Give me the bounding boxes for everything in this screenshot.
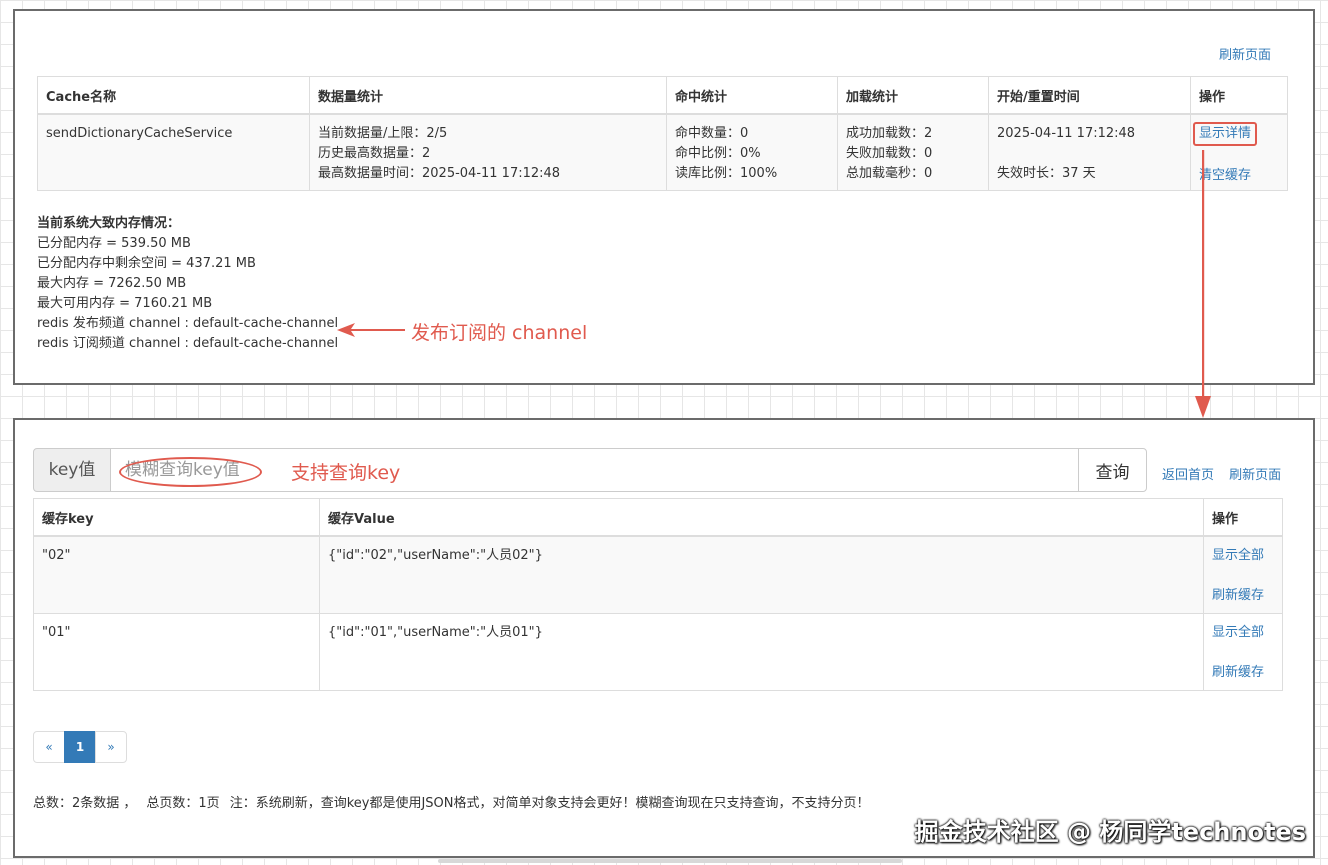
- refresh-cache-link[interactable]: 刷新缓存: [1212, 663, 1274, 683]
- load-success: 成功加载数：2: [846, 126, 933, 141]
- hit-stats-cell: 命中数量：0 命中比例：0% 读库比例：100%: [666, 113, 838, 191]
- pagination: « 1 »: [33, 731, 127, 763]
- watermark: 掘金技术社区 @ 杨同学technotes: [914, 818, 1306, 846]
- cache-overview-panel: 刷新页面 Cache名称 数据量统计 命中统计 加载统计 开始/重置时间 操作 …: [13, 9, 1315, 385]
- show-all-link[interactable]: 显示全部: [1212, 623, 1274, 643]
- max-available-memory: 最大可用内存 = 7160.21 MB: [37, 296, 213, 311]
- key-annotation: 支持查询key: [291, 462, 401, 484]
- cache-value-cell: {"id":"02","userName":"人员02"}: [319, 535, 1204, 614]
- kv-table-header: 缓存key 缓存Value 操作: [33, 498, 1283, 537]
- max-memory: 最大内存 = 7262.50 MB: [37, 276, 187, 291]
- search-button[interactable]: 查询: [1078, 448, 1147, 492]
- total-pages: 总页数：1页: [146, 796, 220, 811]
- usage-note: 注：系统刷新，查询key都是使用JSON格式，对简单对象支持会更好！模糊查询现在…: [229, 796, 870, 811]
- load-ms: 总加载毫秒：0: [846, 166, 933, 181]
- load-stats-cell: 成功加载数：2 失败加载数：0 总加载毫秒：0: [837, 113, 989, 191]
- table-row: "01" {"id":"01","userName":"人员01"} 显示全部 …: [33, 612, 1283, 691]
- table-row: "02" {"id":"02","userName":"人员02"} 显示全部 …: [33, 535, 1283, 614]
- allocated-memory: 已分配内存 = 539.50 MB: [37, 236, 191, 251]
- horizontal-scrollbar[interactable]: [438, 859, 902, 863]
- cache-value-cell: {"id":"01","userName":"人员01"}: [319, 612, 1204, 691]
- annotation-arrow-down-icon: [1195, 150, 1211, 418]
- memory-title: 当前系统大致内存情况：: [37, 216, 181, 231]
- pager-prev[interactable]: «: [33, 731, 65, 763]
- clear-cache-link[interactable]: 清空缓存: [1199, 166, 1279, 186]
- refresh-page-link[interactable]: 刷新页面: [1219, 44, 1271, 63]
- redis-publish-channel: redis 发布频道 channel : default-cache-chann…: [37, 316, 339, 331]
- refresh-cache-link[interactable]: 刷新缓存: [1212, 586, 1274, 606]
- footer-note: 总数：2条数据 ， 总页数：1页 注：系统刷新，查询key都是使用JSON格式，对简…: [33, 792, 880, 811]
- show-all-link[interactable]: 显示全部: [1212, 546, 1274, 566]
- redis-subscribe-channel: redis 订阅频道 channel : default-cache-chann…: [37, 336, 339, 351]
- hit-ratio: 命中比例：0%: [675, 146, 761, 161]
- start-time: 2025-04-11 17:12:48: [997, 126, 1136, 141]
- col-cache-name: Cache名称: [37, 76, 310, 115]
- col-kv-ops: 操作: [1203, 498, 1283, 537]
- col-data-stats: 数据量统计: [309, 76, 667, 115]
- allocated-free-memory: 已分配内存中剩余空间 = 437.21 MB: [37, 256, 256, 271]
- annotation-arrow-left-icon: [337, 323, 405, 337]
- cache-table: Cache名称 数据量统计 命中统计 加载统计 开始/重置时间 操作 sendD…: [37, 76, 1288, 191]
- detail-highlight: 显示详情: [1193, 122, 1258, 146]
- refresh-page-link-bottom[interactable]: 刷新页面: [1229, 468, 1281, 483]
- back-home-link[interactable]: 返回首页: [1162, 468, 1214, 483]
- cache-key-cell: "01": [33, 612, 320, 691]
- max-count-time: 最高数据量时间：2025-04-11 17:12:48: [318, 166, 561, 181]
- cache-kv-table: 缓存key 缓存Value 操作 "02" {"id":"02","userNa…: [33, 498, 1283, 691]
- col-ops: 操作: [1190, 76, 1288, 115]
- db-read-ratio: 读库比例：100%: [675, 166, 778, 181]
- col-start-time: 开始/重置时间: [988, 76, 1191, 115]
- kv-ops-cell: 显示全部 刷新缓存: [1203, 612, 1283, 691]
- col-cache-key: 缓存key: [33, 498, 320, 537]
- show-detail-link[interactable]: 显示详情: [1199, 126, 1251, 141]
- cache-detail-panel: key值 查询 支持查询key 返回首页 刷新页面 缓存key 缓存Value …: [13, 418, 1315, 858]
- load-fail: 失败加载数：0: [846, 146, 933, 161]
- cache-name-cell: sendDictionaryCacheService: [37, 113, 310, 191]
- start-time-cell: 2025-04-11 17:12:48 失效时长：37 天: [988, 113, 1191, 191]
- hit-count: 命中数量：0: [675, 126, 749, 141]
- nav-links: 返回首页 刷新页面: [1162, 464, 1292, 483]
- history-max-count: 历史最高数据量：2: [318, 146, 431, 161]
- col-load-stats: 加载统计: [837, 76, 989, 115]
- table-row: sendDictionaryCacheService 当前数据量/上限：2/5 …: [37, 113, 1288, 191]
- cache-key-cell: "02": [33, 535, 320, 614]
- total-count: 总数：2条数据 ，: [33, 796, 137, 811]
- memory-info: 当前系统大致内存情况： 已分配内存 = 539.50 MB 已分配内存中剩余空间…: [37, 214, 338, 354]
- pager-next[interactable]: »: [95, 731, 127, 763]
- search-addon-label: key值: [33, 448, 111, 492]
- search-input[interactable]: [110, 448, 1079, 492]
- current-data-count: 当前数据量/上限：2/5: [318, 126, 448, 141]
- col-hit-stats: 命中统计: [666, 76, 838, 115]
- search-bar: key值 查询: [33, 448, 1147, 492]
- expire-duration: 失效时长：37 天: [997, 166, 1096, 181]
- kv-ops-cell: 显示全部 刷新缓存: [1203, 535, 1283, 614]
- channel-annotation: 发布订阅的 channel: [411, 322, 588, 344]
- cache-table-header: Cache名称 数据量统计 命中统计 加载统计 开始/重置时间 操作: [37, 76, 1288, 115]
- pager-page-1[interactable]: 1: [64, 731, 96, 763]
- col-cache-value: 缓存Value: [319, 498, 1204, 537]
- data-stats-cell: 当前数据量/上限：2/5 历史最高数据量：2 最高数据量时间：2025-04-1…: [309, 113, 667, 191]
